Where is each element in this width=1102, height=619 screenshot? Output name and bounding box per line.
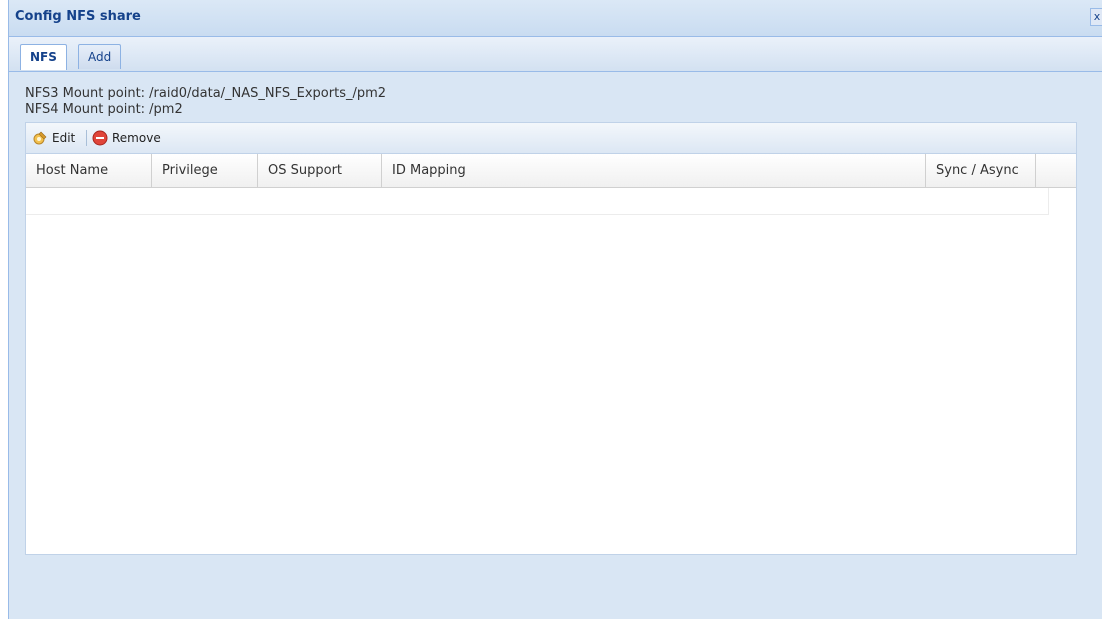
grid-header: Host Name Privilege OS Support ID Mappin… [26, 154, 1076, 188]
nfs-hosts-grid: Host Name Privilege OS Support ID Mappin… [25, 153, 1077, 555]
column-header-host-name[interactable]: Host Name [26, 154, 152, 187]
column-header-sync-async[interactable]: Sync / Async [926, 154, 1036, 187]
close-button[interactable]: x [1090, 8, 1102, 26]
tab-nfs[interactable]: NFS [20, 44, 67, 70]
nfs4-mount-point: NFS4 Mount point: /pm2 [25, 102, 183, 117]
column-header-os-support[interactable]: OS Support [258, 154, 382, 187]
toolbar-separator [86, 130, 87, 146]
window-title: Config NFS share [15, 9, 141, 24]
config-nfs-window: Config NFS share x NFS Add NFS3 Mount po… [8, 0, 1102, 619]
tab-add[interactable]: Add [78, 44, 122, 69]
nfs3-mount-point: NFS3 Mount point: /raid0/data/_NAS_NFS_E… [25, 86, 387, 101]
remove-button[interactable]: Remove [92, 128, 161, 148]
close-icon: x [1093, 10, 1101, 23]
column-header-id-mapping[interactable]: ID Mapping [382, 154, 926, 187]
edit-label: Edit [52, 131, 76, 145]
remove-label: Remove [112, 131, 161, 145]
edit-button[interactable]: Edit [32, 128, 75, 148]
table-row [26, 188, 1049, 215]
remove-icon [92, 130, 108, 146]
grid-toolbar: Edit Remove [25, 122, 1077, 153]
tab-strip: NFS Add [9, 37, 1102, 72]
column-header-privilege[interactable]: Privilege [152, 154, 258, 187]
edit-icon [33, 131, 47, 145]
window-titlebar: Config NFS share x [9, 0, 1102, 37]
